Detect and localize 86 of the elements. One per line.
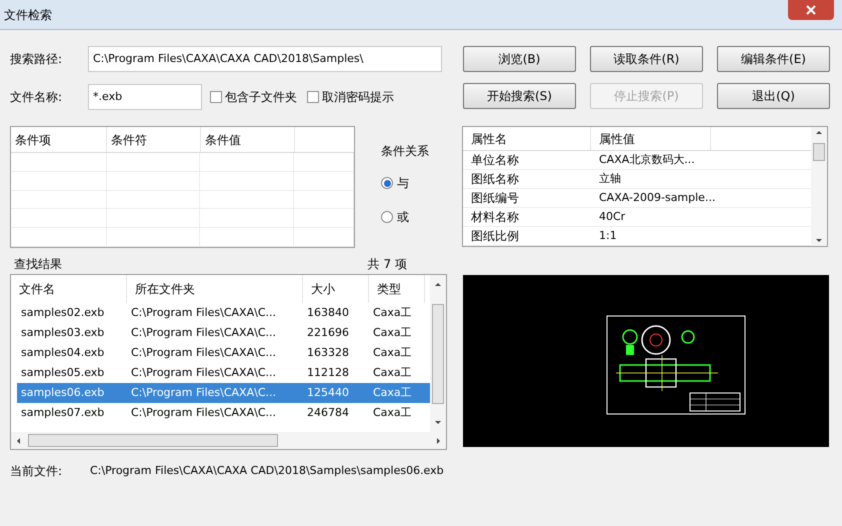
radio-label: 与 bbox=[397, 175, 409, 192]
table-cell-text: 图纸比例 bbox=[470, 228, 520, 245]
table-cell-text: C:\Program Files\CAXA\C... bbox=[130, 324, 277, 341]
filename-label: 文件名称: bbox=[10, 89, 64, 106]
table-cell-text: samples06.exb bbox=[20, 384, 106, 401]
radio-button[interactable] bbox=[381, 177, 393, 189]
table-row[interactable]: samples04.exb C:\Program Files\CAXA\C... 163328 Caxa工 bbox=[17, 343, 430, 363]
table-cell-text: samples07.exb bbox=[20, 404, 106, 421]
column-header[interactable]: 条件值 bbox=[201, 127, 295, 152]
checkbox[interactable] bbox=[210, 91, 222, 103]
table-cell-text: samples04.exb bbox=[20, 344, 106, 361]
table-cell-text: 材料名称 bbox=[470, 209, 520, 226]
filename-field[interactable]: *.exb bbox=[88, 84, 202, 110]
scroll-up-icon[interactable] bbox=[435, 283, 441, 286]
dialog-button[interactable]: 编辑条件(E) bbox=[717, 46, 830, 72]
table-cell-text: 单位名称 bbox=[470, 152, 520, 169]
table-cell-text: samples02.exb bbox=[20, 304, 106, 321]
close-icon bbox=[806, 5, 816, 15]
table-cell-text: 1:1 bbox=[598, 228, 618, 244]
table-cell-text: Caxa工 bbox=[372, 344, 413, 361]
dialog-button[interactable]: 读取条件(R) bbox=[590, 46, 703, 72]
radio-button[interactable] bbox=[381, 211, 393, 223]
table-cell-text: samples03.exb bbox=[20, 324, 106, 341]
scroll-up-icon[interactable] bbox=[816, 131, 822, 134]
table-cell-text: CAXA-2009-sample... bbox=[598, 190, 716, 206]
table-cell-text: Caxa工 bbox=[372, 304, 413, 321]
column-header[interactable]: 所在文件夹 bbox=[127, 275, 303, 303]
table-cell-text: 立轴 bbox=[598, 170, 622, 187]
table-cell-text: samples05.exb bbox=[20, 364, 106, 381]
column-header[interactable]: 属性名 bbox=[463, 127, 591, 150]
radio-label: 或 bbox=[397, 209, 409, 226]
current-file-path: C:\Program Files\CAXA\CAXA CAD\2018\Samples\samples06.exb bbox=[90, 462, 444, 479]
table-row[interactable]: samples05.exb C:\Program Files\CAXA\C... 112128 Caxa工 bbox=[17, 363, 430, 383]
scroll-down-icon[interactable] bbox=[435, 421, 441, 424]
scroll-thumb[interactable] bbox=[28, 434, 278, 447]
scrollbar[interactable] bbox=[811, 127, 827, 246]
column-header[interactable]: 条件符 bbox=[107, 127, 201, 152]
column-header[interactable]: 类型 bbox=[369, 275, 425, 303]
dialog-button[interactable]: 开始搜索(S) bbox=[463, 83, 576, 109]
table-row[interactable]: samples07.exb C:\Program Files\CAXA\C... 246784 Caxa工 bbox=[17, 403, 430, 423]
scroll-thumb[interactable] bbox=[813, 142, 825, 160]
table-cell-text: 246784 bbox=[306, 404, 350, 421]
path-label: 搜索路径: bbox=[10, 51, 64, 68]
scroll-thumb[interactable] bbox=[432, 304, 444, 404]
dialog-button[interactable]: 退出(Q) bbox=[717, 83, 830, 109]
table-row[interactable]: samples03.exb C:\Program Files\CAXA\C... 221696 Caxa工 bbox=[17, 323, 430, 343]
column-header[interactable]: 条件项 bbox=[11, 127, 107, 152]
column-header[interactable]: 文件名 bbox=[11, 275, 127, 303]
table-cell-text: Caxa工 bbox=[372, 384, 413, 401]
current-file-label: 当前文件: bbox=[10, 463, 64, 480]
table-cell-text: C:\Program Files\CAXA\C... bbox=[130, 364, 277, 381]
checkbox-label: 取消密码提示 bbox=[322, 89, 394, 106]
table-cell-text: CAXA北京数码大... bbox=[598, 152, 696, 168]
scroll-left-icon[interactable] bbox=[17, 438, 20, 444]
results-count: 共 7 项 bbox=[368, 256, 407, 273]
table-cell-text: 图纸名称 bbox=[470, 171, 520, 188]
table-cell-text: 图纸编号 bbox=[470, 190, 520, 207]
table-cell-text: Caxa工 bbox=[372, 364, 413, 381]
table-cell-text: 112128 bbox=[306, 364, 350, 381]
column-header[interactable]: 大小 bbox=[303, 275, 369, 303]
table-cell-text: C:\Program Files\CAXA\C... bbox=[130, 404, 277, 421]
checkbox-label: 包含子文件夹 bbox=[225, 89, 297, 106]
close-button[interactable] bbox=[788, 0, 834, 20]
table-cell-text: 221696 bbox=[306, 324, 350, 341]
dialog-button[interactable]: 浏览(B) bbox=[463, 46, 576, 72]
table-cell-text: 163840 bbox=[306, 304, 350, 321]
table-row[interactable]: samples02.exb C:\Program Files\CAXA\C... 163840 Caxa工 bbox=[17, 303, 430, 323]
table-cell-text: 163328 bbox=[306, 344, 350, 361]
table-cell-text: C:\Program Files\CAXA\C... bbox=[130, 344, 277, 361]
scroll-down-icon[interactable] bbox=[816, 239, 822, 242]
scroll-right-icon[interactable] bbox=[437, 438, 440, 444]
table-cell-text: 40Cr bbox=[598, 208, 626, 225]
path-field[interactable]: C:\Program Files\CAXA\CAXA CAD\2018\Samples\ bbox=[88, 46, 442, 72]
table-cell-text: C:\Program Files\CAXA\C... bbox=[130, 304, 277, 321]
scrollbar[interactable] bbox=[430, 275, 446, 432]
column-header[interactable]: 属性值 bbox=[591, 127, 711, 150]
checkbox[interactable] bbox=[307, 91, 319, 103]
table-cell-text: Caxa工 bbox=[372, 404, 413, 421]
window-title: 文件检索 bbox=[3, 6, 52, 24]
results-label: 查找结果 bbox=[14, 256, 62, 273]
table-cell-text: C:\Program Files\CAXA\C... bbox=[130, 384, 277, 401]
table-cell-text: 125440 bbox=[306, 384, 350, 401]
horizontal-scrollbar[interactable] bbox=[11, 432, 446, 449]
table-cell-text: Caxa工 bbox=[372, 324, 413, 341]
table-row[interactable]: samples06.exb C:\Program Files\CAXA\C... 125440 Caxa工 bbox=[17, 383, 430, 403]
relation-label: 条件关系 bbox=[381, 143, 430, 160]
